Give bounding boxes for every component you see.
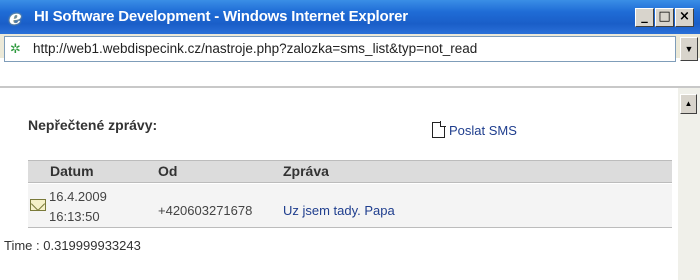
address-dropdown-button[interactable]: ▼ [680,37,698,61]
envelope-icon [30,199,46,211]
minimize-button[interactable]: _ [635,8,654,27]
row-date-time: 16:13:50 [49,209,100,224]
table-header [28,160,672,183]
row-date: 16.4.2009 16:13:50 [49,187,107,227]
url-text[interactable]: http://web1.webdispecink.cz/nastroje.php… [33,41,477,56]
render-time: Time : 0.319999933243 [4,238,141,253]
document-icon [432,121,446,138]
maximize-button[interactable]: □ [655,8,674,27]
send-sms-link[interactable]: Poslat SMS [432,121,517,138]
close-button[interactable]: × [675,8,694,27]
column-header-message[interactable]: Zpráva [283,163,329,179]
row-sender: +420603271678 [158,203,253,218]
column-header-from[interactable]: Od [158,163,177,179]
window-title: HI Software Development - Windows Intern… [34,8,408,25]
divider [0,86,700,88]
send-sms-label[interactable]: Poslat SMS [449,123,517,138]
row-date-day: 16.4.2009 [49,189,107,204]
vertical-scrollbar[interactable] [678,88,700,280]
scroll-up-button[interactable]: ▲ [680,94,697,114]
row-message-link[interactable]: Uz jsem tady. Papa [283,203,395,218]
page-icon: ✲ [10,41,21,56]
page-heading: Nepřečtené zprávy: [28,117,158,133]
window-controls: _ □ × [635,8,694,28]
ie-icon: e [9,5,22,29]
column-header-date[interactable]: Datum [50,163,94,179]
title-bar[interactable]: e HI Software Development - Windows Inte… [0,0,700,34]
